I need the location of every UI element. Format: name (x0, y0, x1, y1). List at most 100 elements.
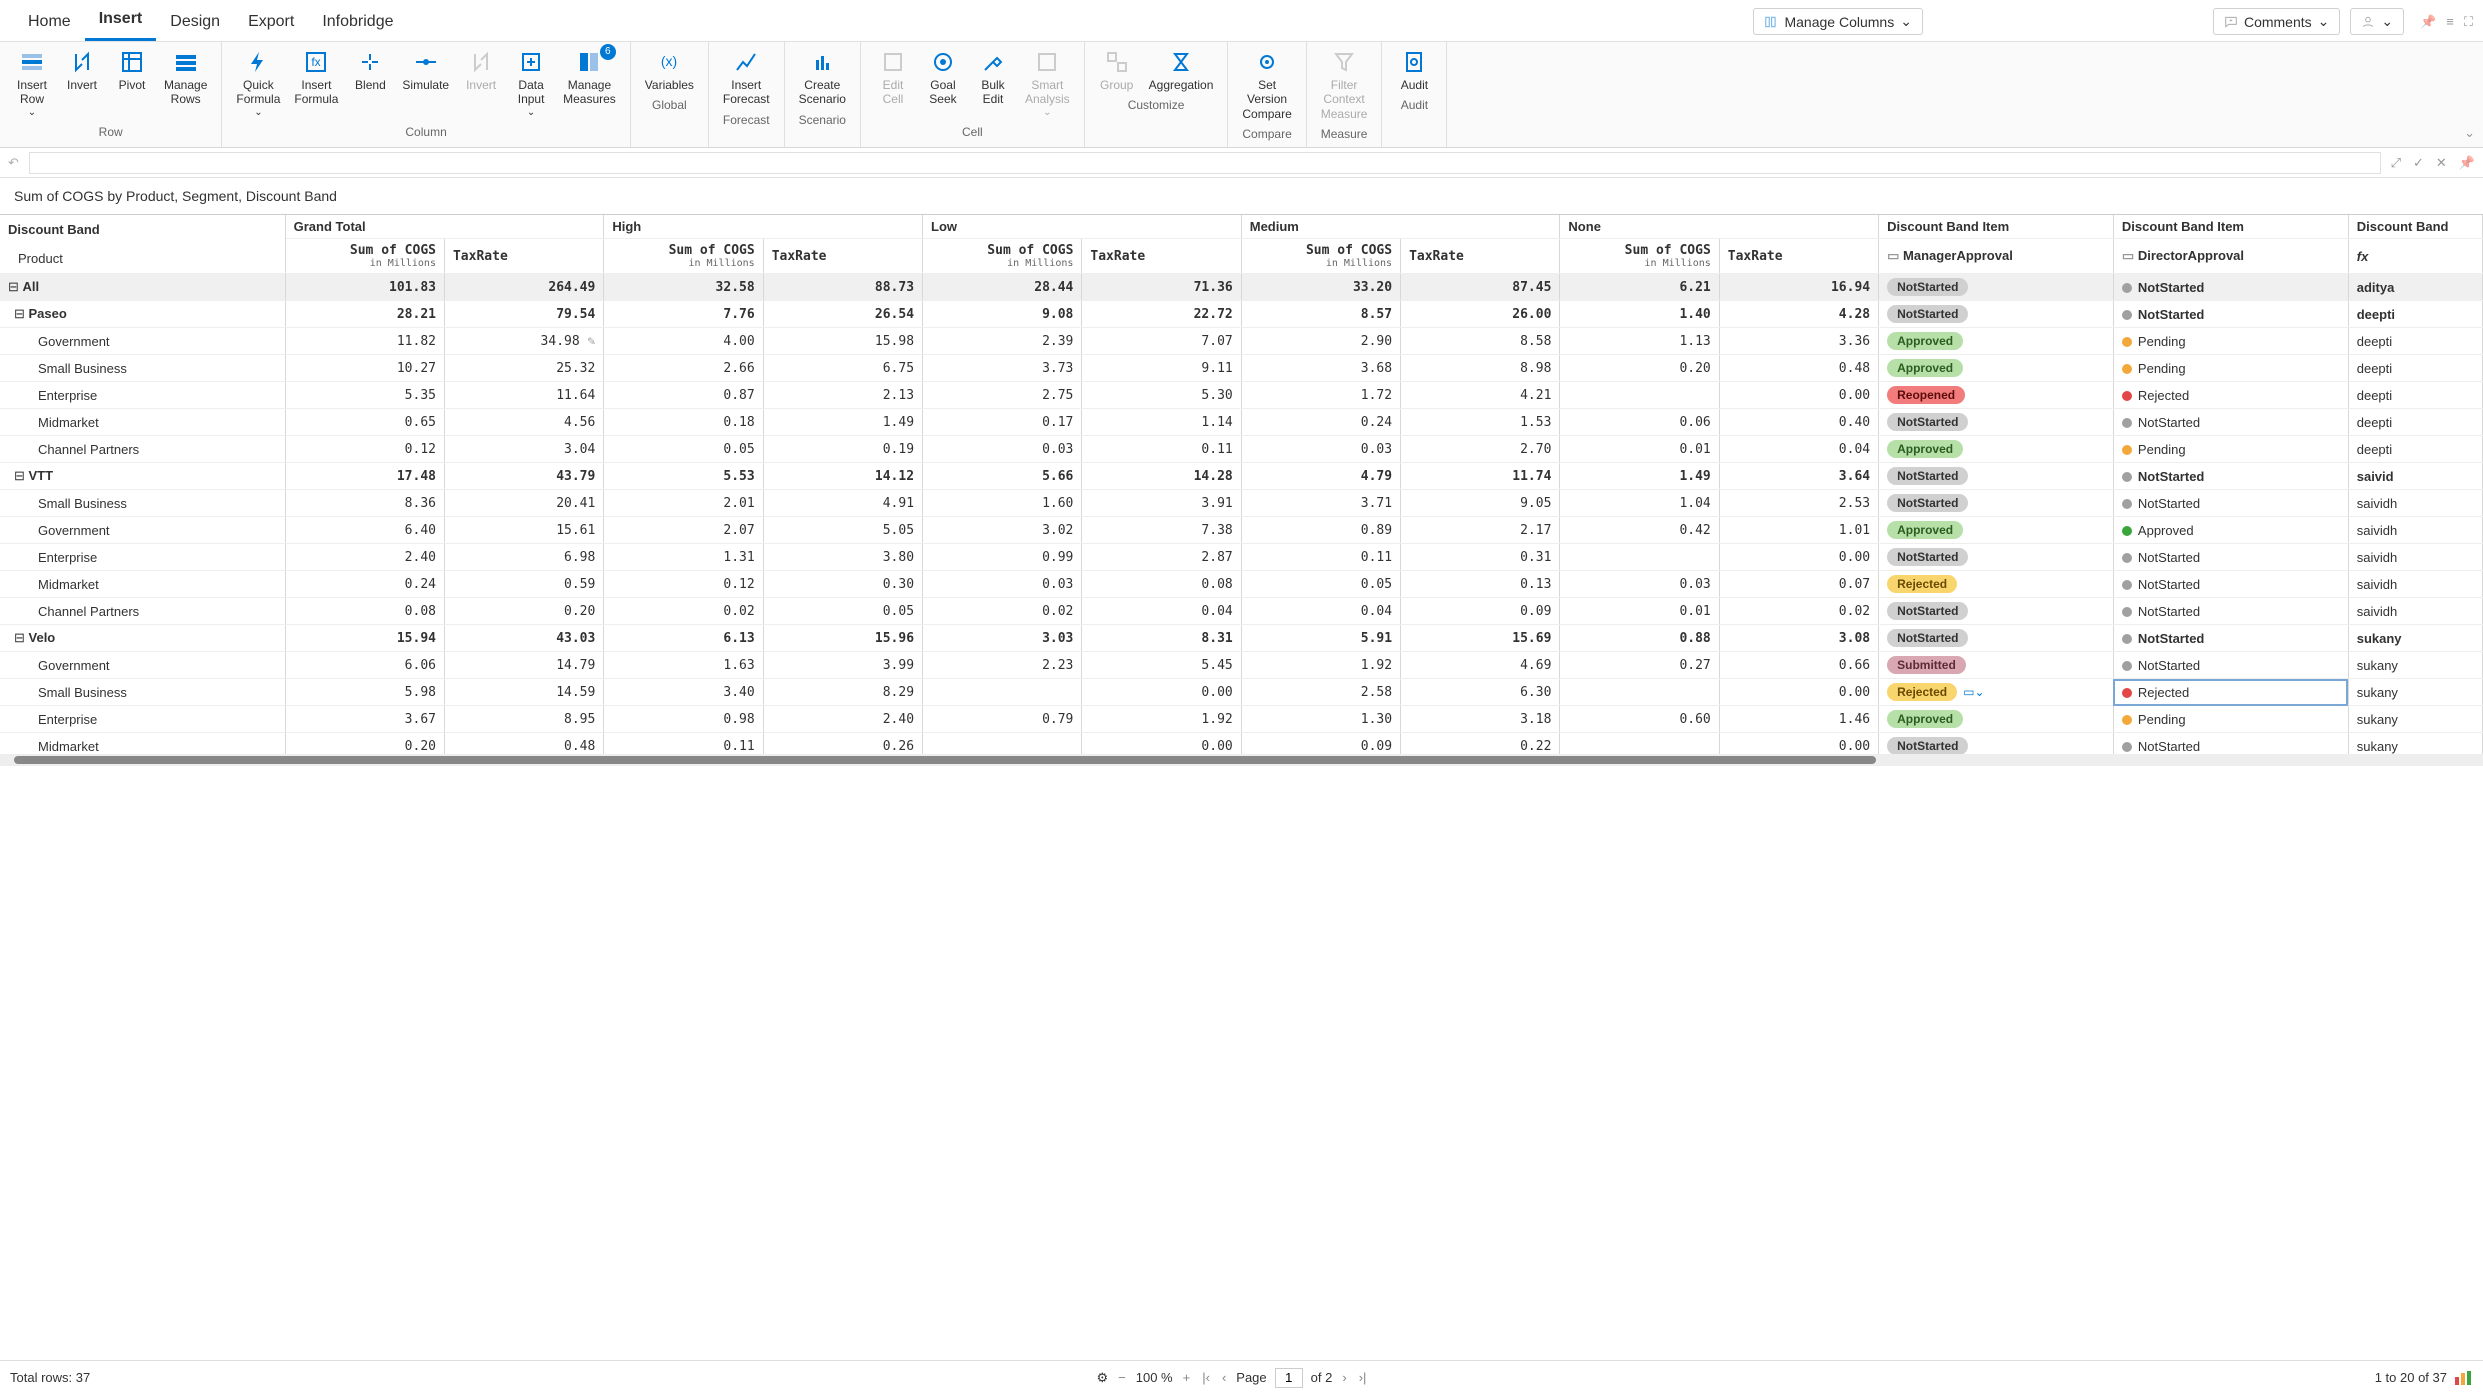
cell[interactable]: 15.96 (763, 625, 922, 652)
gear-icon[interactable]: ⚙ (1097, 1370, 1109, 1386)
table-row[interactable]: Small Business10.2725.322.666.753.739.11… (0, 355, 2483, 382)
cell[interactable]: 2.17 (1401, 517, 1560, 544)
cell[interactable]: 4.28 (1719, 301, 1878, 328)
chart-icon[interactable] (2455, 1371, 2473, 1385)
cell[interactable]: 0.01 (1560, 598, 1719, 625)
manager-approval-cell[interactable]: Approved (1879, 436, 2114, 463)
cell[interactable]: 2.01 (604, 490, 763, 517)
cell[interactable]: 1.63 (604, 652, 763, 679)
manage-columns-button[interactable]: Manage Columns ⌄ (1753, 8, 1922, 35)
filter-icon[interactable]: ≡ (2446, 14, 2454, 29)
table-row[interactable]: Enterprise2.406.981.313.800.992.870.110.… (0, 544, 2483, 571)
cell[interactable]: 3.99 (763, 652, 922, 679)
cell[interactable]: 0.19 (763, 436, 922, 463)
cell[interactable]: 0.04 (1719, 436, 1878, 463)
cell[interactable]: 0.03 (1241, 436, 1400, 463)
cell[interactable]: 1.40 (1560, 301, 1719, 328)
cell[interactable]: 11.74 (1401, 463, 1560, 490)
cell[interactable]: 3.68 (1241, 355, 1400, 382)
cell[interactable]: 0.00 (1719, 679, 1878, 706)
manager-approval-cell[interactable]: Rejected (1879, 571, 2114, 598)
cell[interactable]: 6.06 (285, 652, 444, 679)
cell[interactable]: 5.53 (604, 463, 763, 490)
cell[interactable]: 26.00 (1401, 301, 1560, 328)
cell[interactable]: 0.88 (1560, 625, 1719, 652)
hdr-taxrate[interactable]: TaxRate (763, 239, 922, 274)
cell[interactable]: 6.75 (763, 355, 922, 382)
manager-approval-cell[interactable]: NotStarted (1879, 625, 2114, 652)
hdr-grand-total[interactable]: Grand Total (285, 215, 604, 239)
cell[interactable]: 0.07 (1719, 571, 1878, 598)
cell[interactable]: 15.98 (763, 328, 922, 355)
director-approval-cell[interactable]: Pending (2113, 328, 2348, 355)
tab-home[interactable]: Home (14, 3, 85, 41)
cell[interactable]: 6.13 (604, 625, 763, 652)
cell[interactable]: 5.66 (923, 463, 1082, 490)
cell[interactable]: 15.61 (444, 517, 603, 544)
cell[interactable]: 8.36 (285, 490, 444, 517)
variables-button[interactable]: (x)Variables (639, 46, 700, 96)
manager-approval-cell[interactable]: Approved (1879, 355, 2114, 382)
director-approval-cell[interactable]: Pending (2113, 706, 2348, 733)
table-row[interactable]: Government6.0614.791.633.992.235.451.924… (0, 652, 2483, 679)
cell[interactable]: 2.90 (1241, 328, 1400, 355)
cell[interactable]: 9.08 (923, 301, 1082, 328)
cell[interactable]: 8.31 (1082, 625, 1241, 652)
cell[interactable]: 0.02 (604, 598, 763, 625)
cell[interactable]: 0.31 (1401, 544, 1560, 571)
cell[interactable]: 0.08 (1082, 571, 1241, 598)
cell[interactable]: 4.56 (444, 409, 603, 436)
cell[interactable]: 1.46 (1719, 706, 1878, 733)
cell[interactable]: 0.12 (604, 571, 763, 598)
cell[interactable]: 1.04 (1560, 490, 1719, 517)
cell[interactable]: 3.08 (1719, 625, 1878, 652)
cell[interactable]: 0.03 (923, 571, 1082, 598)
cell[interactable]: 6.40 (285, 517, 444, 544)
formula-input[interactable] (29, 152, 2381, 174)
cell[interactable] (1560, 382, 1719, 409)
director-approval-cell[interactable]: NotStarted (2113, 463, 2348, 490)
cell[interactable]: 2.53 (1719, 490, 1878, 517)
hdr-low[interactable]: Low (923, 215, 1242, 239)
next-page-button[interactable]: › (1340, 1368, 1348, 1387)
table-row[interactable]: Small Business8.3620.412.014.911.603.913… (0, 490, 2483, 517)
pivot-button[interactable]: Pivot (108, 46, 156, 123)
insert-row-button[interactable]: Insert Row⌄ (8, 46, 56, 123)
cell[interactable]: 14.28 (1082, 463, 1241, 490)
cell[interactable]: 11.82 (285, 328, 444, 355)
cell[interactable]: 0.24 (1241, 409, 1400, 436)
cell[interactable]: 0.04 (1082, 598, 1241, 625)
cell[interactable]: 3.73 (923, 355, 1082, 382)
cell[interactable]: 33.20 (1241, 274, 1400, 301)
cell[interactable]: 6.98 (444, 544, 603, 571)
cell[interactable] (1560, 544, 1719, 571)
cell[interactable]: 2.75 (923, 382, 1082, 409)
hdr-high[interactable]: High (604, 215, 923, 239)
horizontal-scrollbar[interactable] (0, 754, 2483, 766)
table-row[interactable]: Midmarket0.240.590.120.300.030.080.050.1… (0, 571, 2483, 598)
prev-page-button[interactable]: ‹ (1220, 1368, 1228, 1387)
director-approval-cell[interactable]: NotStarted (2113, 598, 2348, 625)
cell[interactable]: 3.04 (444, 436, 603, 463)
cell[interactable]: 2.07 (604, 517, 763, 544)
cell[interactable]: 0.02 (923, 598, 1082, 625)
manage-measures-button[interactable]: 6Manage Measures (557, 46, 622, 123)
cell[interactable]: 0.65 (285, 409, 444, 436)
cell[interactable]: 79.54 (444, 301, 603, 328)
hdr-sumcogs[interactable]: Sum of COGSin Millions (923, 239, 1082, 274)
ribbon-collapse-icon[interactable]: ⌄ (2464, 125, 2475, 141)
cell[interactable]: 0.00 (1082, 733, 1241, 755)
hdr-none[interactable]: None (1560, 215, 1879, 239)
cell[interactable]: 0.05 (1241, 571, 1400, 598)
table-row[interactable]: Small Business5.9814.593.408.290.002.586… (0, 679, 2483, 706)
cell[interactable]: 3.71 (1241, 490, 1400, 517)
cell[interactable]: 5.05 (763, 517, 922, 544)
cell[interactable]: 0.22 (1401, 733, 1560, 755)
manager-approval-cell[interactable]: Approved (1879, 706, 2114, 733)
cell[interactable]: 28.21 (285, 301, 444, 328)
cancel-icon[interactable]: ✕ (2436, 155, 2447, 171)
table-row[interactable]: Velo15.9443.036.1315.963.038.315.9115.69… (0, 625, 2483, 652)
cell[interactable]: 4.00 (604, 328, 763, 355)
table-row[interactable]: Channel Partners0.080.200.020.050.020.04… (0, 598, 2483, 625)
manager-approval-cell[interactable]: NotStarted (1879, 409, 2114, 436)
